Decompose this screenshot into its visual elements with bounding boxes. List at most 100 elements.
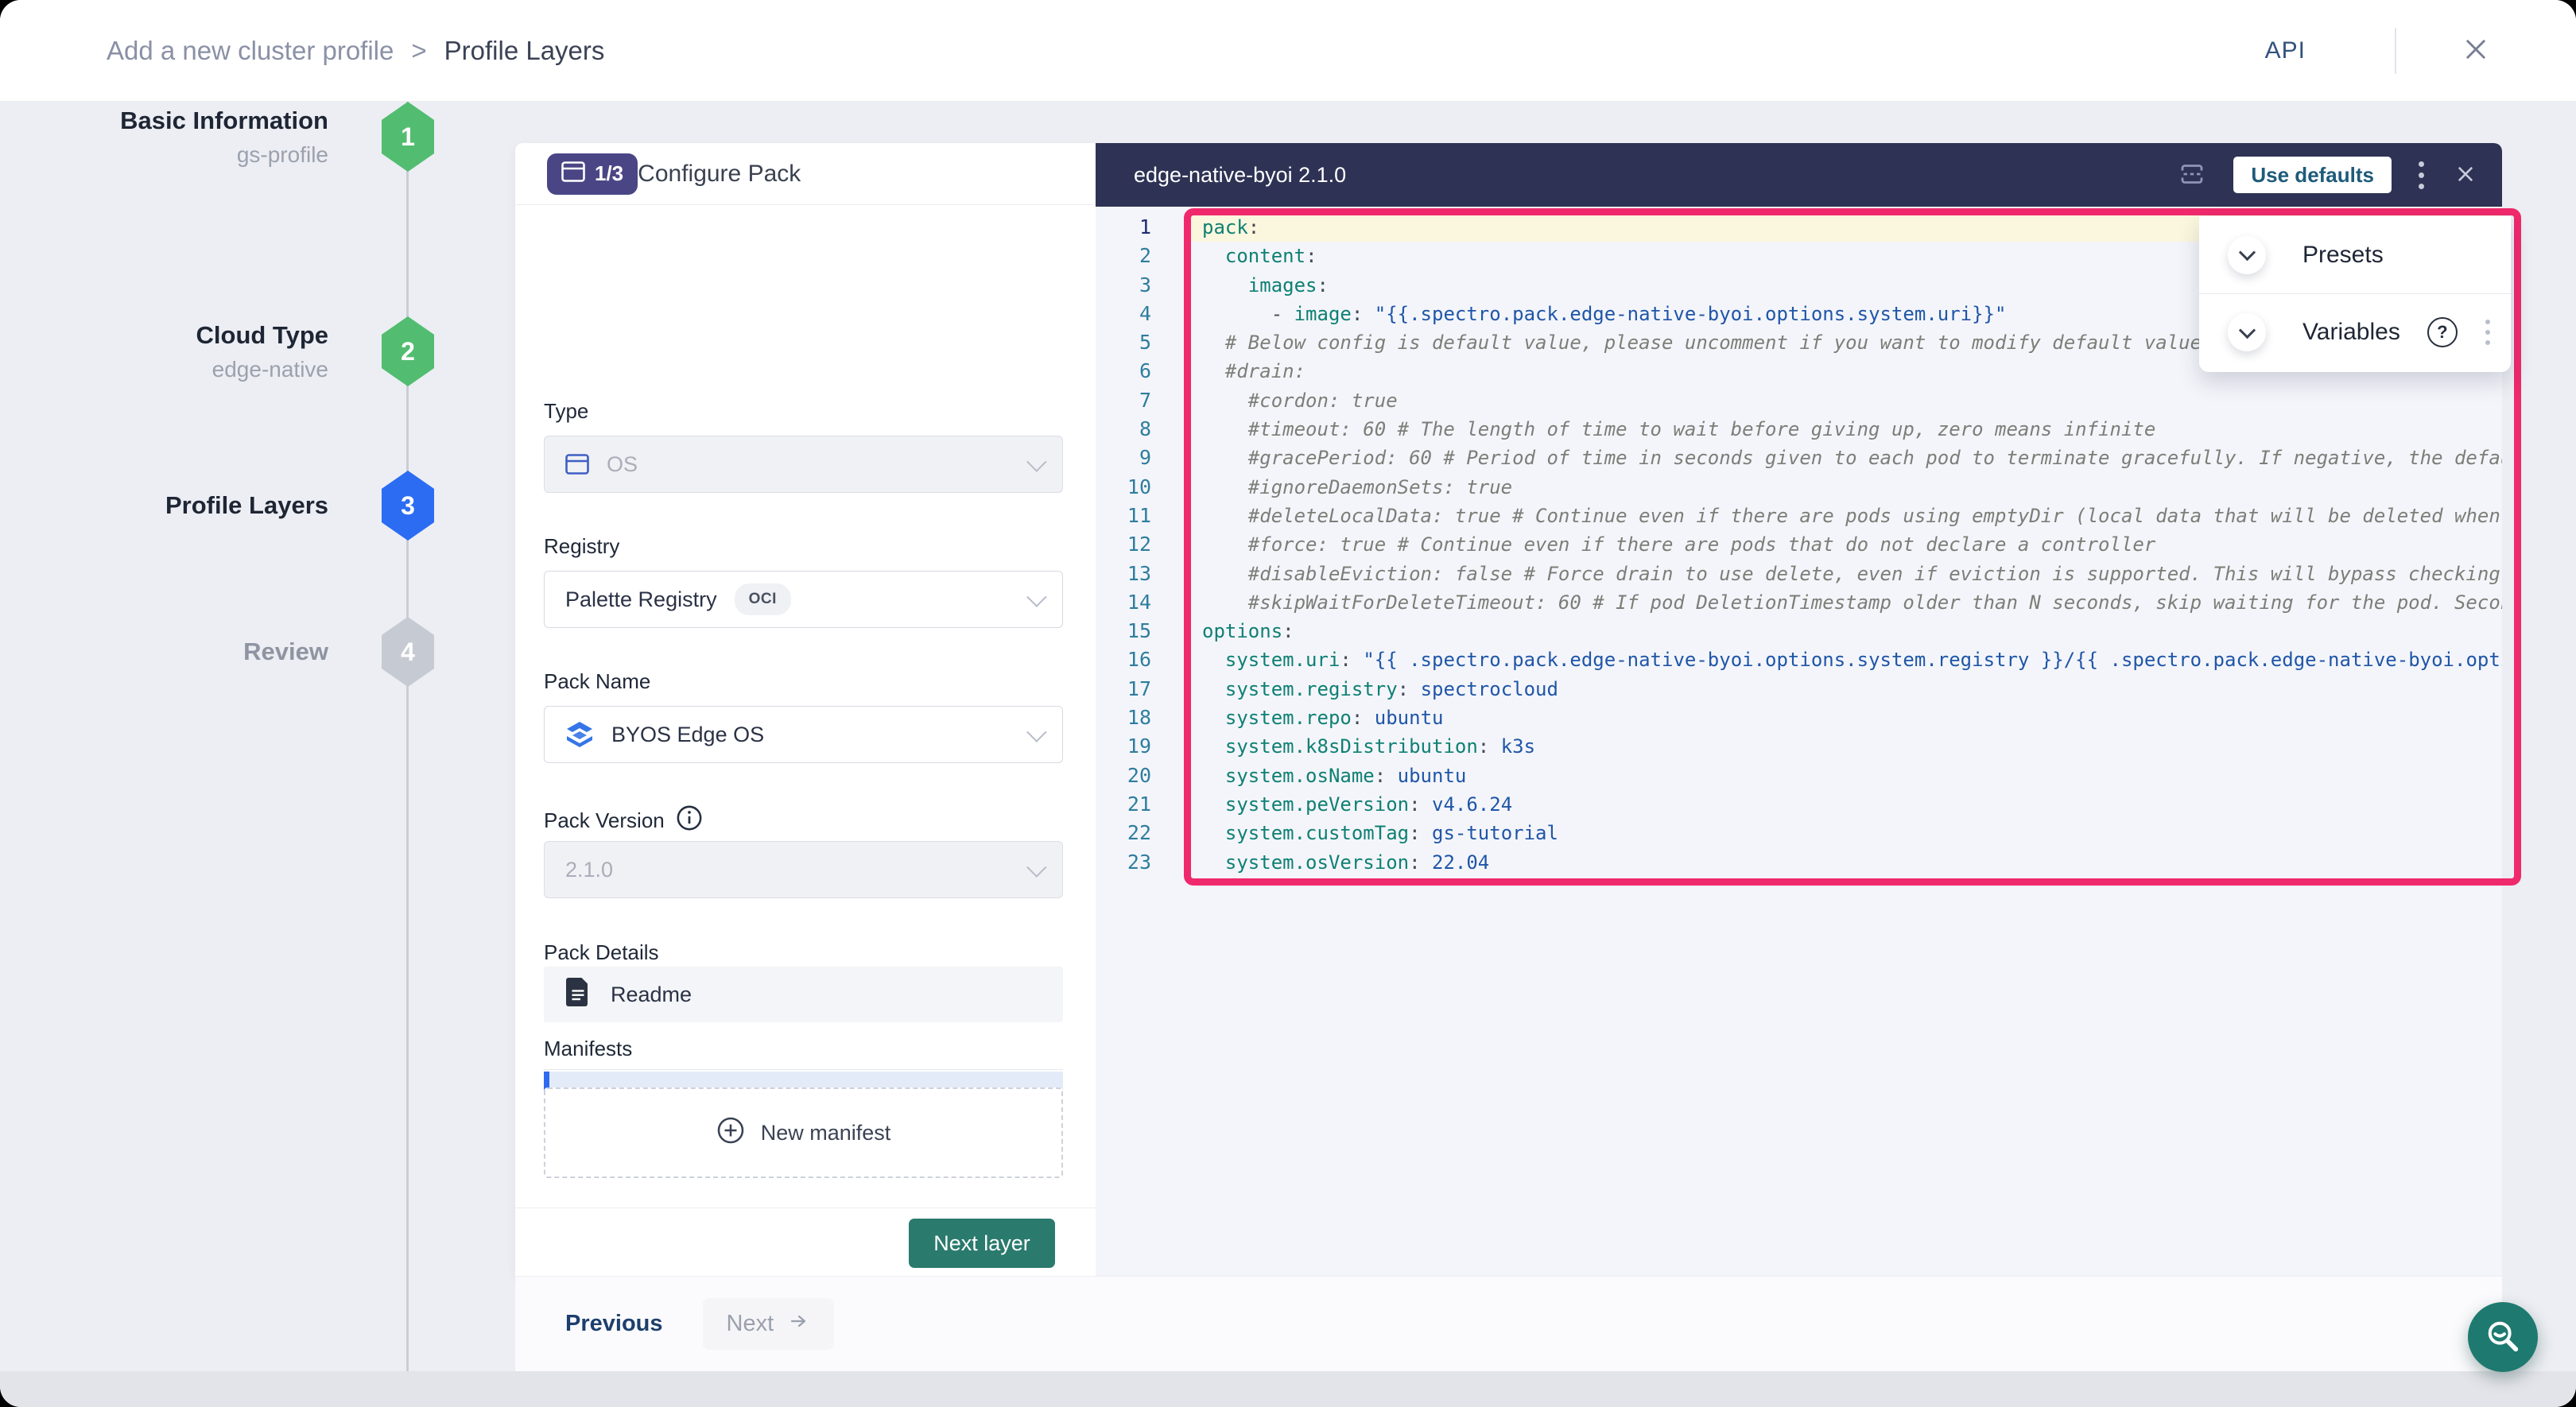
divider [2395,28,2396,74]
search-icon [2485,1318,2521,1357]
chevron-down-icon [1026,452,1046,471]
configure-pack-header: 1/3 Configure Pack [515,143,1096,205]
line-number: 7 [1096,386,1151,415]
close-wizard-button[interactable] [2458,33,2493,68]
help-icon[interactable]: ? [2427,317,2458,347]
line-number: 12 [1096,530,1151,559]
step-title: Cloud Type [0,318,328,354]
api-link[interactable]: API [2265,37,2306,64]
code-line[interactable]: 17 system.registry: spectrocloud [1096,675,2502,704]
code-text[interactable]: #disableEviction: false # Force drain to… [1189,560,2502,588]
stepper-item[interactable]: Review 4 [0,617,434,687]
code-line[interactable]: 16 system.uri: "{{ .spectro.pack.edge-na… [1096,645,2502,674]
diff-view-button[interactable] [2174,157,2209,194]
line-number: 9 [1096,444,1151,472]
breadcrumb-parent[interactable]: Add a new cluster profile [107,36,394,66]
use-defaults-button[interactable]: Use defaults [2233,157,2392,193]
type-label: Type [544,399,588,424]
info-icon[interactable] [676,804,703,837]
code-text[interactable]: system.registry: spectrocloud [1189,675,2502,704]
search-fab[interactable] [2468,1302,2538,1372]
code-line[interactable]: 14 #skipWaitForDeleteTimeout: 60 # If po… [1096,588,2502,617]
code-line[interactable]: 7 #cordon: true [1096,386,2502,415]
top-bar: Add a new cluster profile > Profile Laye… [0,0,2576,102]
code-line[interactable]: 8 #timeout: 60 # The length of time to w… [1096,415,2502,444]
code-line[interactable]: 19 system.k8sDistribution: k3s [1096,732,2502,761]
pack-name-value: BYOS Edge OS [611,723,764,747]
step-count-label: 1/3 [595,161,623,186]
pack-name-label: Pack Name [544,669,650,694]
line-number: 2 [1096,242,1151,270]
stepper-item[interactable]: Basic Information gs-profile 1 [0,102,434,172]
breadcrumb-current: Profile Layers [444,36,605,66]
code-text[interactable]: #force: true # Continue even if there ar… [1189,530,2502,559]
chevron-down-icon [1026,587,1046,607]
code-text[interactable]: system.uri: "{{ .spectro.pack.edge-nativ… [1189,645,2502,674]
presets-expander[interactable]: Presets [2199,216,2511,293]
kebab-icon[interactable] [2481,315,2495,350]
editor-menu-button[interactable] [2415,158,2427,192]
code-line[interactable]: 9 #gracePeriod: 60 # Period of time in s… [1096,444,2502,472]
code-text[interactable]: #cordon: true [1189,386,2502,415]
code-text[interactable]: system.peVersion: v4.6.24 [1189,790,2502,819]
code-text[interactable]: #skipWaitForDeleteTimeout: 60 # If pod D… [1189,588,2502,617]
pack-name-select[interactable]: BYOS Edge OS [544,706,1063,763]
code-text[interactable]: #deleteLocalData: true # Continue even i… [1189,502,2502,530]
registry-select[interactable]: Palette Registry OCI [544,571,1063,628]
close-icon [2461,34,2491,67]
code-line[interactable]: 20 system.osName: ubuntu [1096,762,2502,790]
document-icon [566,978,590,1012]
line-number: 21 [1096,790,1151,819]
diff-icon [2178,160,2206,191]
code-line[interactable]: 12 #force: true # Continue even if there… [1096,530,2502,559]
code-line[interactable]: 10 #ignoreDaemonSets: true [1096,473,2502,502]
code-line[interactable]: 13 #disableEviction: false # Force drain… [1096,560,2502,588]
code-line[interactable]: 22 system.customTag: gs-tutorial [1096,819,2502,847]
step-number-badge: 1 [382,102,434,172]
line-number: 10 [1096,473,1151,502]
step-title: Profile Layers [0,488,328,524]
chevron-down-icon[interactable] [2228,236,2266,274]
registry-label: Registry [544,534,619,559]
code-line[interactable]: 23 system.osVersion: 22.04 [1096,848,2502,877]
os-window-icon [565,454,589,475]
code-text[interactable]: #ignoreDaemonSets: true [1189,473,2502,502]
bottom-strip [0,1371,2576,1407]
code-text[interactable]: system.k8sDistribution: k3s [1189,732,2502,761]
pack-version-label-text: Pack Version [544,808,665,833]
stepper-item[interactable]: Cloud Type edge-native 2 [0,316,434,386]
code-text[interactable]: #timeout: 60 # The length of time to wai… [1189,415,2502,444]
code-text[interactable]: system.customTag: gs-tutorial [1189,819,2502,847]
line-number: 6 [1096,357,1151,386]
line-number: 11 [1096,502,1151,530]
code-line[interactable]: 21 system.peVersion: v4.6.24 [1096,790,2502,819]
chevron-down-icon [1026,857,1046,877]
divider [544,1069,1063,1070]
code-line[interactable]: 18 system.repo: ubuntu [1096,704,2502,732]
chevron-down-icon [1026,722,1046,742]
close-icon [2454,163,2477,188]
line-number: 17 [1096,675,1151,704]
code-line[interactable]: 15options: [1096,617,2502,645]
line-number: 19 [1096,732,1151,761]
new-manifest-button[interactable]: New manifest [544,1087,1063,1178]
chevron-down-icon[interactable] [2228,313,2266,351]
line-number: 18 [1096,704,1151,732]
step-number: 4 [401,638,415,667]
next-layer-button[interactable]: Next layer [909,1219,1055,1268]
pack-version-value: 2.1.0 [565,858,613,882]
stepper-line [406,102,409,1407]
next-button-label: Next [727,1311,774,1337]
previous-button[interactable]: Previous [561,1310,668,1338]
code-text[interactable]: system.osName: ubuntu [1189,762,2502,790]
code-text[interactable]: system.osVersion: 22.04 [1189,848,2502,877]
code-line[interactable]: 11 #deleteLocalData: true # Continue eve… [1096,502,2502,530]
stepper-item[interactable]: Profile Layers 3 [0,471,434,541]
editor-close-button[interactable] [2451,160,2480,191]
code-text[interactable]: #gracePeriod: 60 # Period of time in sec… [1189,444,2502,472]
readme-tab[interactable]: Readme [544,967,1063,1022]
variables-expander[interactable]: Variables ? [2199,293,2511,370]
next-button[interactable]: Next [703,1298,835,1350]
code-text[interactable]: system.repo: ubuntu [1189,704,2502,732]
code-text[interactable]: options: [1189,617,2502,645]
